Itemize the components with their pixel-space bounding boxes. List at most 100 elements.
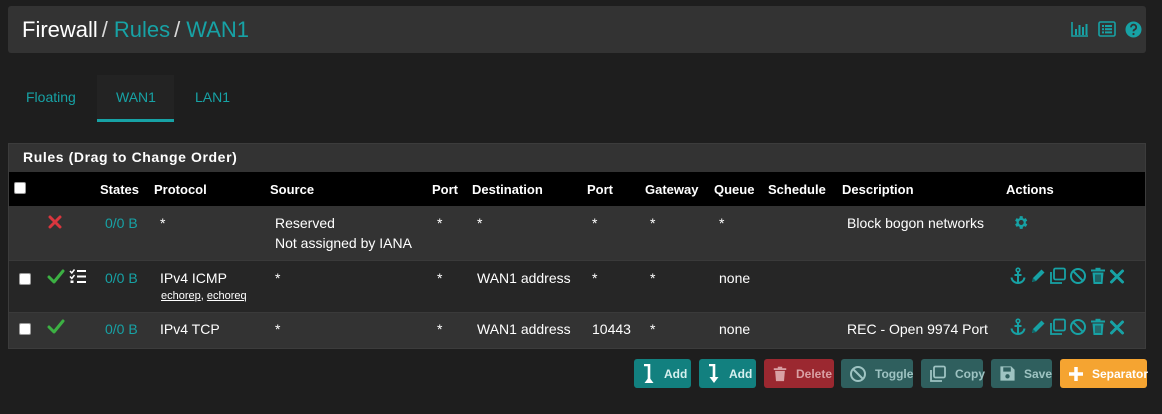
row-source: * xyxy=(275,321,281,337)
disable-icon[interactable] xyxy=(1069,267,1087,285)
row-gateway: * xyxy=(650,215,656,231)
delete-label: Delete xyxy=(796,366,833,381)
row-dest-port: 10443 xyxy=(592,321,631,337)
list-icon[interactable] xyxy=(1098,21,1116,38)
delete-x-icon[interactable] xyxy=(1109,318,1125,336)
breadcrumb-rules-link[interactable]: Rules xyxy=(114,17,170,42)
toggle-button[interactable]: Toggle xyxy=(841,359,913,388)
icmp-type-echoreq-link[interactable]: echoreq xyxy=(207,290,247,302)
row-states: 0/0 B xyxy=(105,215,138,231)
save-label: Save xyxy=(1024,366,1053,381)
row-protocol: IPv4 ICMP xyxy=(160,270,227,286)
row-port: * xyxy=(437,270,443,286)
row-destination: * xyxy=(477,215,483,231)
arrow-down-icon xyxy=(707,363,721,384)
row-description: Block bogon networks xyxy=(847,215,984,231)
row-checkbox[interactable] xyxy=(19,273,31,285)
icmp-type-echorep-link[interactable]: echorep xyxy=(161,290,201,302)
col-source: Source xyxy=(270,182,315,197)
col-description: Description xyxy=(842,182,914,197)
delete-button[interactable]: Delete xyxy=(764,359,834,388)
arrow-up-icon xyxy=(642,363,656,384)
table-row[interactable]: 0/0 B IPv4 ICMP echorep, echoreq * * WAN… xyxy=(9,260,1145,312)
row-description: REC - Open 9974 Port xyxy=(847,321,988,337)
col-destination: Destination xyxy=(472,182,543,197)
col-gateway: Gateway xyxy=(645,182,699,197)
row-destination: WAN1 address xyxy=(477,270,571,286)
trash-icon[interactable] xyxy=(1089,267,1107,285)
row-protocol: IPv4 TCP xyxy=(160,321,220,337)
block-x-icon xyxy=(48,215,62,234)
save-icon xyxy=(999,365,1016,382)
protocol-detail: echorep, echoreq xyxy=(161,290,247,302)
copy-label: Copy xyxy=(955,366,985,381)
breadcrumb-wan1-link[interactable]: WAN1 xyxy=(186,17,249,42)
disable-icon[interactable] xyxy=(1069,318,1087,336)
anchor-icon[interactable] xyxy=(1009,318,1027,336)
header-icons xyxy=(1071,21,1142,38)
col-states: States xyxy=(100,182,140,197)
edit-pencil-icon[interactable] xyxy=(1029,318,1047,336)
checklist-icon xyxy=(69,268,87,289)
trash-icon[interactable] xyxy=(1089,318,1107,336)
add-bottom-label: Add xyxy=(729,366,753,381)
add-top-button[interactable]: Add xyxy=(634,359,691,388)
row-port: * xyxy=(437,321,443,337)
row-protocol: * xyxy=(160,215,166,231)
anchor-icon[interactable] xyxy=(1009,267,1027,285)
row-queue: none xyxy=(719,321,751,337)
tab-wan1[interactable]: WAN1 xyxy=(116,89,156,105)
trash-icon xyxy=(772,365,788,383)
help-icon[interactable] xyxy=(1125,21,1142,38)
pass-check-icon xyxy=(47,269,65,289)
row-queue: * xyxy=(719,215,725,231)
row-gateway: * xyxy=(650,321,656,337)
separator-label: Separator xyxy=(1092,366,1149,381)
rules-panel: Rules (Drag to Change Order) States Prot… xyxy=(8,143,1146,349)
icmp-type-separator: , xyxy=(200,290,204,302)
row-states: 0/0 B xyxy=(105,321,138,337)
row-source: Reserved xyxy=(275,215,335,231)
page-header: Firewall / Rules / WAN1 xyxy=(8,6,1146,53)
breadcrumb-firewall: Firewall xyxy=(22,17,98,42)
table-row[interactable]: 0/0 B * Reserved Not assigned by IANA * … xyxy=(9,206,1145,260)
row-actions xyxy=(1009,318,1125,336)
row-dest-port: * xyxy=(592,270,598,286)
tab-floating[interactable]: Floating xyxy=(26,89,76,105)
table-header: States Protocol Source Port Destination … xyxy=(9,172,1145,206)
row-port: * xyxy=(437,215,443,231)
gear-icon[interactable] xyxy=(1012,214,1029,236)
add-bottom-button[interactable]: Add xyxy=(699,359,756,388)
tab-lan1[interactable]: LAN1 xyxy=(195,89,230,105)
col-queue: Queue xyxy=(714,182,755,197)
toggle-label: Toggle xyxy=(875,366,914,381)
copy-button[interactable]: Copy xyxy=(921,359,985,388)
row-gateway: * xyxy=(650,270,656,286)
breadcrumb-separator: / xyxy=(101,17,108,42)
row-checkbox[interactable] xyxy=(19,323,31,335)
panel-title: Rules (Drag to Change Order) xyxy=(23,149,238,165)
row-states: 0/0 B xyxy=(105,270,138,286)
pass-check-icon xyxy=(47,319,65,339)
save-button[interactable]: Save xyxy=(991,359,1052,388)
copy-icon[interactable] xyxy=(1049,318,1067,336)
delete-x-icon[interactable] xyxy=(1109,267,1125,285)
copy-icon xyxy=(929,365,947,383)
edit-pencil-icon[interactable] xyxy=(1029,267,1047,285)
plus-icon xyxy=(1068,366,1084,382)
row-dest-port: * xyxy=(592,215,598,231)
select-all-checkbox[interactable] xyxy=(14,182,26,194)
breadcrumb-separator: / xyxy=(174,17,181,42)
bar-chart-icon[interactable] xyxy=(1071,21,1089,38)
col-actions: Actions xyxy=(1006,182,1054,197)
separator-button[interactable]: Separator xyxy=(1060,359,1149,388)
active-tab-indicator xyxy=(97,119,174,122)
copy-icon[interactable] xyxy=(1049,267,1067,285)
row-actions xyxy=(1009,267,1125,285)
row-source-detail: Not assigned by IANA xyxy=(275,235,412,251)
breadcrumb: Firewall / Rules / WAN1 xyxy=(22,17,249,43)
table-row[interactable]: 0/0 B IPv4 TCP * * WAN1 address 10443 * … xyxy=(9,312,1145,348)
col-schedule: Schedule xyxy=(768,182,826,197)
col-port: Port xyxy=(432,182,458,197)
col-dest-port: Port xyxy=(587,182,613,197)
